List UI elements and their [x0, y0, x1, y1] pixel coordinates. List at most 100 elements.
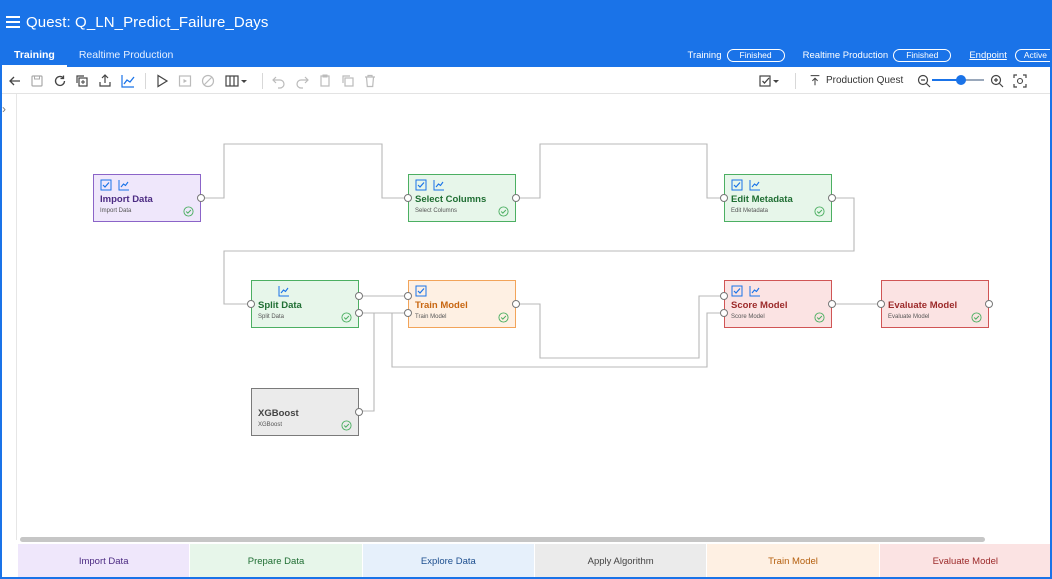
- output-port[interactable]: [512, 300, 520, 308]
- header-bar: Quest: Q_LN_Predict_Failure_Days Trainin…: [2, 2, 1050, 67]
- node-select-columns[interactable]: Select Columns Select Columns: [404, 174, 520, 222]
- input-port[interactable]: [247, 300, 255, 308]
- node-score-model[interactable]: Score Model Score Model: [720, 280, 836, 328]
- save-icon[interactable]: [29, 73, 45, 89]
- status-check-icon: [814, 206, 825, 217]
- input-port[interactable]: [404, 194, 412, 202]
- line-chart-icon[interactable]: [278, 285, 290, 297]
- output-port[interactable]: [985, 300, 993, 308]
- back-arrow-icon[interactable]: [7, 73, 23, 89]
- palette-import-data[interactable]: Import Data: [18, 544, 191, 577]
- connection-import-to-select: [203, 143, 407, 199]
- refresh-icon[interactable]: [52, 73, 68, 89]
- columns-dropdown-icon[interactable]: [224, 73, 248, 89]
- tab-realtime-production[interactable]: Realtime Production: [67, 46, 186, 67]
- output-port[interactable]: [828, 300, 836, 308]
- node-title: XGBoost: [258, 408, 299, 419]
- toolbar-divider: [145, 73, 146, 89]
- endpoint-link[interactable]: Endpoint: [969, 50, 1007, 61]
- checklist-icon[interactable]: [731, 179, 743, 191]
- output-port[interactable]: [828, 194, 836, 202]
- input-port[interactable]: [877, 300, 885, 308]
- toolbar-divider: [795, 73, 796, 89]
- node-title: Score Model: [731, 300, 788, 311]
- undo-icon[interactable]: [271, 73, 287, 89]
- node-xgboost[interactable]: XGBoost XGBoost: [251, 388, 363, 436]
- copy-add-icon[interactable]: [74, 73, 90, 89]
- input-port[interactable]: [720, 194, 728, 202]
- realtime-status-label: Realtime Production: [802, 49, 889, 61]
- duplicate-icon[interactable]: [340, 73, 356, 89]
- status-check-icon: [341, 312, 352, 323]
- module-palette: Import Data Prepare Data Explore Data Ap…: [18, 544, 1050, 577]
- node-subtitle: Select Columns: [415, 208, 458, 214]
- line-chart-icon[interactable]: [433, 179, 445, 191]
- production-quest-label: Production Quest: [826, 74, 904, 86]
- node-split-data[interactable]: Split Data Split Data: [247, 280, 363, 328]
- input-port[interactable]: [404, 292, 412, 300]
- node-edit-metadata[interactable]: Edit Metadata Edit Metadata: [720, 174, 836, 222]
- output-port[interactable]: [197, 194, 205, 202]
- hamburger-menu-icon[interactable]: [6, 16, 20, 30]
- production-upload-icon: [810, 75, 820, 86]
- connection-select-to-metadata: [518, 143, 723, 199]
- palette-train-model[interactable]: Train Model: [707, 544, 880, 577]
- play-icon[interactable]: [154, 73, 170, 89]
- input-port[interactable]: [720, 309, 728, 317]
- node-title: Select Columns: [415, 194, 487, 205]
- toolbar: Production Quest: [2, 67, 1050, 94]
- delete-icon[interactable]: [362, 73, 378, 89]
- run-step-icon[interactable]: [177, 73, 193, 89]
- endpoint-status-badge: Active: [1014, 48, 1050, 62]
- paste-icon[interactable]: [317, 73, 333, 89]
- output-port[interactable]: [355, 309, 363, 317]
- output-port[interactable]: [512, 194, 520, 202]
- checklist-icon[interactable]: [731, 285, 743, 297]
- training-status-badge: Finished: [726, 48, 785, 62]
- input-port[interactable]: [404, 309, 412, 317]
- palette-apply-algorithm[interactable]: Apply Algorithm: [534, 544, 708, 577]
- node-subtitle: Evaluate Model: [888, 314, 930, 320]
- toolbar-divider: [262, 73, 263, 89]
- palette-evaluate-model[interactable]: Evaluate Model: [879, 544, 1050, 577]
- node-train-model[interactable]: Train Model Train Model: [404, 280, 520, 328]
- output-port[interactable]: [355, 292, 363, 300]
- fit-to-screen-icon[interactable]: [1012, 73, 1028, 89]
- node-import-data[interactable]: Import Data Import Data: [93, 174, 205, 222]
- zoom-out-icon[interactable]: [916, 73, 932, 89]
- line-chart-icon[interactable]: [118, 179, 130, 191]
- zoom-slider-thumb[interactable]: [955, 75, 966, 85]
- checklist-dropdown-icon[interactable]: [758, 73, 780, 89]
- node-subtitle: Train Model: [415, 314, 447, 320]
- node-title: Evaluate Model: [888, 300, 958, 311]
- stop-icon[interactable]: [200, 73, 216, 89]
- line-chart-icon[interactable]: [120, 73, 136, 89]
- production-quest-button[interactable]: Production Quest: [808, 73, 903, 87]
- export-icon[interactable]: [97, 73, 113, 89]
- tab-training[interactable]: Training: [2, 46, 67, 67]
- tab-bar: Training Realtime Production: [2, 46, 185, 67]
- node-subtitle: Import Data: [100, 208, 132, 214]
- node-title: Train Model: [415, 300, 468, 311]
- node-subtitle: Split Data: [258, 314, 285, 320]
- node-evaluate-model[interactable]: Evaluate Model Evaluate Model: [877, 280, 993, 328]
- checklist-icon[interactable]: [415, 285, 427, 297]
- node-subtitle: Edit Metadata: [731, 208, 769, 214]
- node-subtitle: XGBoost: [258, 422, 283, 428]
- status-area: Training Finished Realtime Production Fi…: [688, 46, 1050, 64]
- zoom-slider[interactable]: [932, 75, 984, 85]
- redo-icon[interactable]: [294, 73, 310, 89]
- checklist-icon[interactable]: [415, 179, 427, 191]
- status-check-icon: [183, 206, 194, 217]
- line-chart-icon[interactable]: [749, 179, 761, 191]
- checklist-icon[interactable]: [100, 179, 112, 191]
- workflow-canvas[interactable]: › Import Data Import Data Select Columns…: [2, 94, 1050, 540]
- line-chart-icon[interactable]: [749, 285, 761, 297]
- zoom-in-icon[interactable]: [989, 73, 1005, 89]
- input-port[interactable]: [720, 292, 728, 300]
- node-title: Edit Metadata: [731, 194, 793, 205]
- palette-prepare-data[interactable]: Prepare Data: [190, 544, 363, 577]
- palette-explore-data[interactable]: Explore Data: [362, 544, 535, 577]
- output-port[interactable]: [355, 408, 363, 416]
- horizontal-scrollbar[interactable]: [20, 537, 985, 542]
